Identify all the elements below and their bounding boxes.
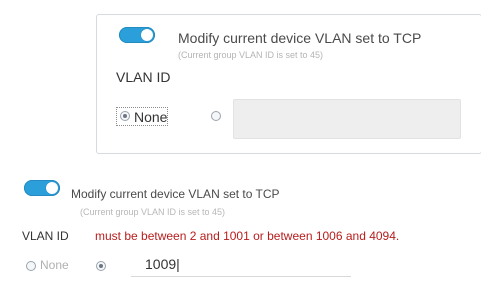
top-vlan-label: VLAN ID <box>116 69 171 85</box>
bottom-none-label: None <box>40 258 69 272</box>
bottom-title-text: Modify current device VLAN set to TCP <box>71 187 280 201</box>
top-title-text: Modify current device VLAN set to TCP <box>178 30 422 46</box>
bottom-subtitle-text: (Current group VLAN ID is set to 45) <box>80 207 226 217</box>
vlan-error-message: must be between 2 and 1001 or between 10… <box>95 229 400 243</box>
screen: Modify current device VLAN set to TCP (C… <box>0 0 481 293</box>
toggle-knob-icon <box>46 182 58 194</box>
bottom-radio-none[interactable] <box>26 261 36 271</box>
bottom-toggle-switch[interactable] <box>24 180 60 196</box>
top-toggle-switch[interactable] <box>119 27 155 43</box>
top-radio-custom[interactable] <box>211 111 221 121</box>
bottom-vlan-input[interactable]: 1009| <box>145 256 180 272</box>
bottom-vlan-label: VLAN ID <box>22 229 69 243</box>
bottom-radio-custom[interactable] <box>96 261 106 271</box>
top-card: Modify current device VLAN set to TCP (C… <box>96 14 481 154</box>
top-vlan-input[interactable] <box>233 99 461 139</box>
bottom-panel: Modify current device VLAN set to TCP (C… <box>0 168 481 293</box>
toggle-knob-icon <box>141 29 153 41</box>
bottom-input-underline <box>131 276 351 277</box>
top-none-label: None <box>134 109 168 125</box>
top-radio-none[interactable] <box>120 111 130 121</box>
top-subtitle-text: (Current group VLAN ID is set to 45) <box>178 50 324 60</box>
